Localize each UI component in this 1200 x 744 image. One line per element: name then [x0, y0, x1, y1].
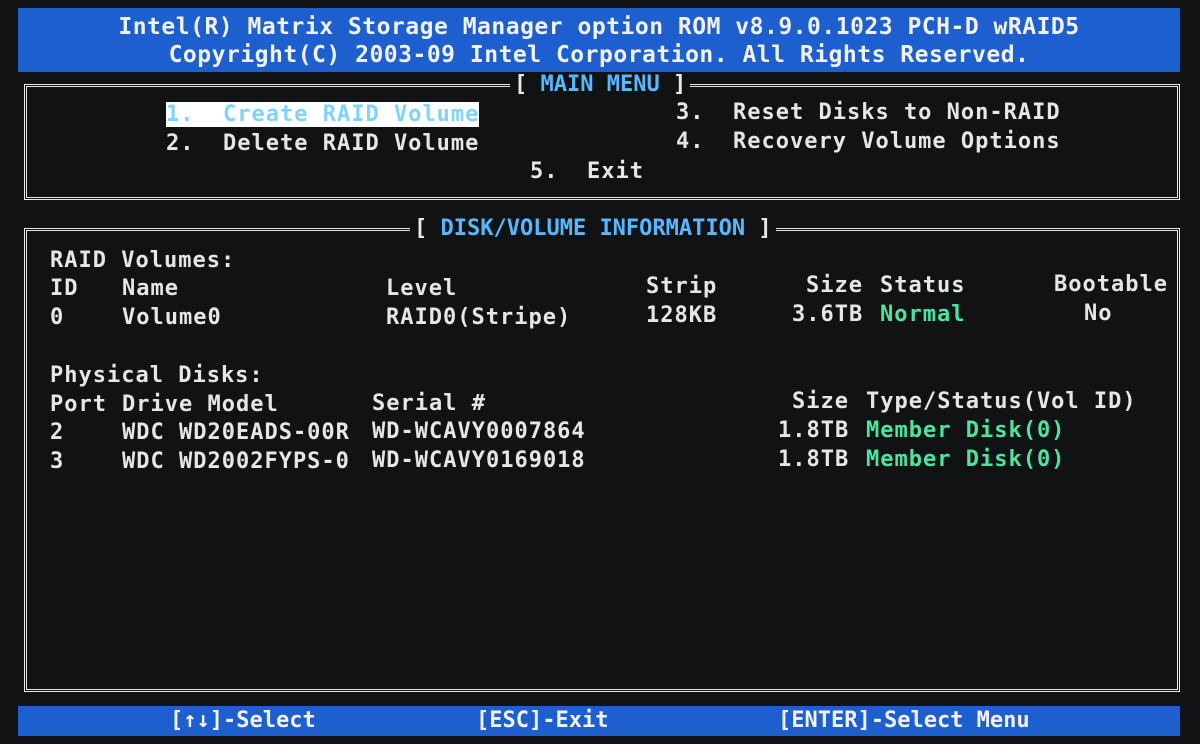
raid-volume-bootable: No — [1084, 301, 1113, 326]
disk-serial: WD-WCAVY0169018 — [372, 448, 586, 473]
menu-item-recovery-volume-options[interactable]: 4. Recovery Volume Options — [676, 129, 1061, 154]
raid-volume-status: Normal — [880, 302, 966, 327]
raid-col-id: ID — [50, 276, 79, 301]
menu-item-delete-raid-volume[interactable]: 2. Delete RAID Volume — [166, 131, 479, 156]
raid-col-name: Name — [122, 276, 179, 301]
disk-model: WDC WD2002FYPS-0 — [122, 449, 350, 474]
raid-col-bootable: Bootable — [1054, 272, 1168, 297]
main-menu-title-text: MAIN MENU — [540, 72, 660, 97]
disk-col-type-status: Type/Status(Vol ID) — [866, 389, 1137, 414]
raid-volume-level: RAID0(Stripe) — [386, 305, 572, 330]
enter-select-key-hint: [ENTER]-Select Menu — [778, 708, 1030, 733]
raid-volume-name: Volume0 — [122, 305, 222, 330]
menu-item-label: Recovery Volume Options — [733, 129, 1061, 154]
menu-item-label: Delete RAID Volume — [223, 131, 480, 156]
menu-item-number: 2. — [166, 131, 195, 156]
menu-item-number: 4. — [676, 129, 705, 154]
menu-item-number: 3. — [676, 100, 705, 125]
main-menu-title: [ MAIN MENU ] — [510, 72, 691, 97]
disk-info-title: [ DISK/VOLUME INFORMATION ] — [410, 216, 776, 241]
disk-port: 3 — [50, 449, 65, 474]
disk-col-serial: Serial # — [372, 391, 486, 416]
raid-col-strip: Strip — [646, 274, 718, 299]
disk-type-status: Member Disk(0) — [866, 447, 1066, 472]
disk-model: WDC WD20EADS-00R — [122, 420, 350, 445]
disk-port: 2 — [50, 420, 65, 445]
raid-volume-id: 0 — [50, 305, 65, 330]
rom-version-title: Intel(R) Matrix Storage Manager option R… — [118, 14, 1080, 40]
title-bar: Intel(R) Matrix Storage Manager option R… — [18, 8, 1180, 72]
menu-item-number: 1. — [166, 102, 195, 127]
disk-serial: WD-WCAVY0007864 — [372, 419, 586, 444]
disk-col-size: Size — [792, 389, 849, 414]
disk-size: 1.8TB — [778, 447, 850, 472]
disk-info-title-text: DISK/VOLUME INFORMATION — [440, 216, 746, 241]
disk-size: 1.8TB — [778, 418, 850, 443]
menu-item-reset-disks[interactable]: 3. Reset Disks to Non-RAID — [676, 100, 1061, 125]
raid-volume-size: 3.6TB — [792, 302, 864, 327]
raid-col-level: Level — [386, 276, 458, 301]
key-help-bar: [↑↓]-Select [ESC]-Exit [ENTER]-Select Me… — [18, 706, 1180, 736]
menu-item-label: Exit — [587, 159, 644, 184]
menu-item-create-raid-volume[interactable]: 1. Create RAID Volume — [166, 102, 480, 127]
raid-col-size: Size — [806, 273, 863, 298]
disk-col-port: Port — [50, 392, 107, 417]
raid-volume-strip: 128KB — [646, 303, 718, 328]
raid-col-status: Status — [880, 273, 966, 298]
copyright-text: Copyright(C) 2003-09 Intel Corporation. … — [168, 42, 1030, 68]
esc-exit-key-hint: [ESC]-Exit — [476, 708, 609, 733]
menu-item-label: Reset Disks to Non-RAID — [733, 100, 1061, 125]
physical-disks-heading: Physical Disks: — [50, 363, 264, 388]
disk-col-model: Drive Model — [122, 392, 279, 417]
menu-item-label: Create RAID Volume — [223, 102, 480, 127]
select-key-hint: [↑↓]-Select — [170, 708, 316, 733]
raid-volumes-heading: RAID Volumes: — [50, 248, 236, 273]
menu-item-number: 5. — [530, 159, 559, 184]
disk-type-status: Member Disk(0) — [866, 418, 1066, 443]
menu-item-exit[interactable]: 5. Exit — [530, 159, 644, 184]
